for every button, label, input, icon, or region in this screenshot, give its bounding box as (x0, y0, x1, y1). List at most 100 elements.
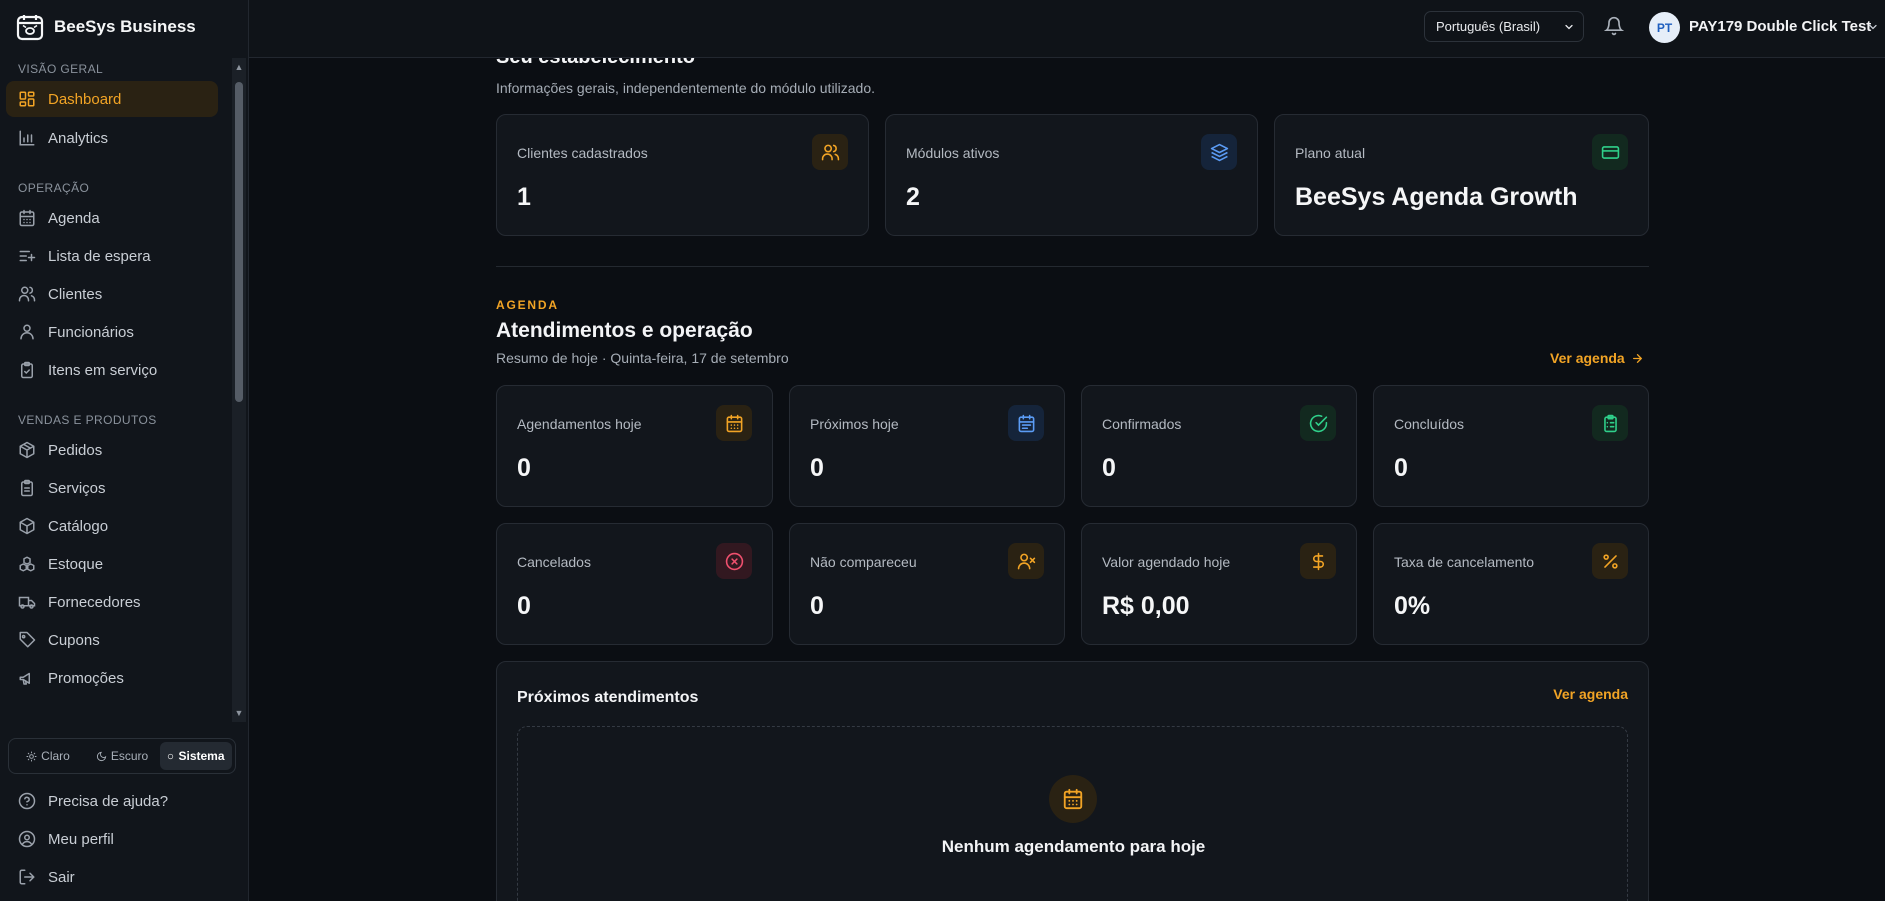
agenda-subtitle: Resumo de hoje · Quinta-feira, 17 de set… (496, 350, 789, 366)
chevron-down-icon[interactable] (1867, 21, 1879, 33)
sidebar-item-services[interactable]: Serviços (6, 470, 218, 506)
language-value: Português (Brasil) (1436, 19, 1541, 34)
avatar[interactable]: PT (1649, 12, 1680, 43)
view-agenda-link[interactable]: Ver agenda (1550, 350, 1644, 366)
sidebar-item-label: Funcionários (48, 323, 134, 341)
theme-option-light[interactable]: Claro (12, 742, 84, 770)
truck-icon (18, 593, 36, 611)
calendar-days-icon (1008, 405, 1044, 441)
section-divider (496, 266, 1649, 267)
dashboard-icon (18, 90, 36, 108)
sidebar-item-items-in-service[interactable]: Itens em serviço (6, 352, 218, 388)
stat-card-upcoming-today: Próximos hoje 0 (789, 385, 1065, 507)
panel-title: Próximos atendimentos (517, 689, 699, 706)
stat-value: R$ 0,00 (1102, 592, 1190, 620)
theme-option-dark[interactable]: Escuro (86, 742, 158, 770)
help-link[interactable]: Precisa de ajuda? (6, 784, 234, 818)
sidebar: BeeSys Business VISÃO GERAL Dashboard An… (0, 0, 249, 901)
percent-icon (1592, 543, 1628, 579)
sidebar-item-agenda[interactable]: Agenda (6, 200, 218, 236)
stat-card-scheduled-value: Valor agendado hoje R$ 0,00 (1081, 523, 1357, 645)
stat-card-appointments-today: Agendamentos hoje 0 (496, 385, 773, 507)
logout-link[interactable]: Sair (6, 860, 234, 894)
theme-option-label: Sistema (178, 749, 225, 763)
section-title-overview: VISÃO GERAL (18, 62, 104, 76)
sidebar-scrollbar[interactable]: ▲ ▼ (232, 58, 246, 722)
main-content: Seu estabelecimento Informações gerais, … (249, 58, 1885, 901)
sidebar-item-catalog[interactable]: Catálogo (6, 508, 218, 544)
sidebar-item-label: Catálogo (48, 517, 109, 535)
check-circle-icon (1300, 405, 1336, 441)
app-name: BeeSys Business (54, 17, 196, 36)
sidebar-nav: VISÃO GERAL Dashboard Analytics OPERAÇÃO… (0, 58, 232, 722)
moon-icon (96, 751, 107, 762)
stat-card-cancelled: Cancelados 0 (496, 523, 773, 645)
log-out-icon (18, 868, 36, 886)
stat-card-modules: Módulos ativos 2 (885, 114, 1258, 236)
sidebar-item-analytics[interactable]: Analytics (6, 120, 218, 156)
calendar-icon (1049, 775, 1097, 823)
stat-card-cancellation-rate: Taxa de cancelamento 0% (1373, 523, 1649, 645)
sidebar-item-label: Fornecedores (48, 593, 141, 611)
section-title-operation: OPERAÇÃO (18, 181, 90, 195)
dollar-icon (1300, 543, 1336, 579)
sidebar-item-clients[interactable]: Clientes (6, 276, 218, 312)
boxes-icon (18, 555, 36, 573)
stat-label: Taxa de cancelamento (1394, 554, 1535, 570)
sidebar-item-promotions[interactable]: Promoções (6, 660, 218, 696)
theme-option-system[interactable]: Sistema (160, 742, 232, 770)
stat-label: Agendamentos hoje (517, 416, 642, 432)
sidebar-item-orders[interactable]: Pedidos (6, 432, 218, 468)
stat-label: Confirmados (1102, 416, 1182, 432)
sidebar-item-label: Dashboard (48, 90, 122, 108)
calendar-icon (18, 209, 36, 227)
chevron-down-icon (1563, 21, 1575, 33)
sidebar-item-waitlist[interactable]: Lista de espera (6, 238, 218, 274)
stat-label: Cancelados (517, 554, 591, 570)
sidebar-item-label: Analytics (48, 129, 109, 147)
stat-card-plan: Plano atual BeeSys Agenda Growth (1274, 114, 1649, 236)
sidebar-item-suppliers[interactable]: Fornecedores (6, 584, 218, 620)
user-name[interactable]: PAY179 Double Click Test (1689, 18, 1871, 35)
scroll-down-arrow-icon[interactable]: ▼ (234, 708, 244, 718)
theme-switch: Claro Escuro Sistema (8, 738, 236, 774)
bell-icon[interactable] (1604, 16, 1624, 36)
sidebar-item-stock[interactable]: Estoque (6, 546, 218, 582)
clipboard-check-icon (18, 361, 36, 379)
stat-value: 0 (810, 454, 824, 482)
empty-state: Nenhum agendamento para hoje (517, 726, 1628, 901)
language-select[interactable]: Português (Brasil) (1424, 11, 1584, 42)
sidebar-item-dashboard[interactable]: Dashboard (6, 81, 218, 117)
brand[interactable]: BeeSys Business (0, 0, 249, 54)
user-icon (18, 323, 36, 341)
theme-option-label: Escuro (110, 749, 149, 763)
sidebar-item-employees[interactable]: Funcionários (6, 314, 218, 350)
establishment-title: Seu estabelecimento (496, 58, 695, 69)
package-icon (18, 441, 36, 459)
empty-state-text: Nenhum agendamento para hoje (941, 837, 1206, 856)
agenda-kicker: AGENDA (496, 298, 559, 312)
help-circle-icon (18, 792, 36, 810)
stat-label: Módulos ativos (906, 145, 1000, 161)
view-agenda-link-panel[interactable]: Ver agenda (1553, 686, 1628, 702)
tag-icon (18, 631, 36, 649)
sidebar-item-label: Agenda (48, 209, 100, 227)
scroll-up-arrow-icon[interactable]: ▲ (234, 62, 244, 72)
stat-value: 0 (1394, 454, 1408, 482)
stat-label: Plano atual (1295, 145, 1366, 161)
box-icon (18, 517, 36, 535)
link-label: Ver agenda (1553, 686, 1628, 702)
sidebar-item-label: Promoções (48, 669, 124, 687)
bar-chart-icon (18, 129, 36, 147)
stat-value: 0 (810, 592, 824, 620)
stat-label: Clientes cadastrados (517, 145, 648, 161)
profile-link[interactable]: Meu perfil (6, 822, 234, 856)
circle-icon (167, 753, 174, 760)
stat-value: 0 (517, 454, 531, 482)
sidebar-item-coupons[interactable]: Cupons (6, 622, 218, 658)
megaphone-icon (18, 669, 36, 687)
arrow-right-icon (1631, 352, 1644, 365)
scroll-thumb[interactable] (235, 82, 243, 402)
user-circle-icon (18, 830, 36, 848)
users-icon (812, 134, 848, 170)
